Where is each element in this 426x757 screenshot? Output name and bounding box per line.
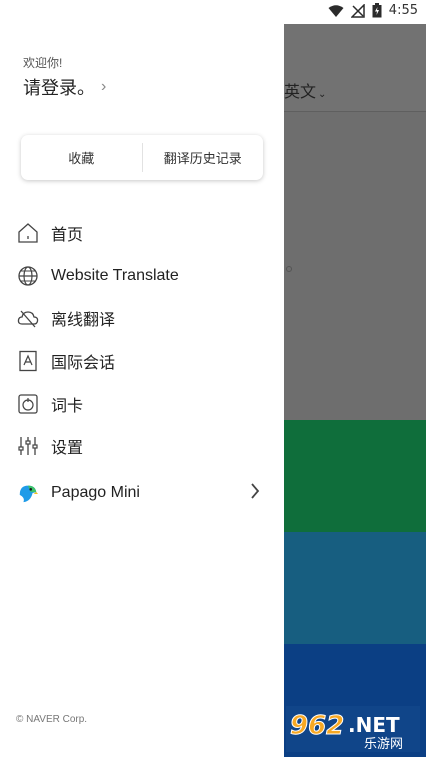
menu-label-website-translate: Website Translate xyxy=(51,266,179,284)
favorites-history-card: 收藏 翻译历史记录 xyxy=(21,135,263,180)
conversation-icon xyxy=(17,350,39,372)
menu-label-papago-mini: Papago Mini xyxy=(51,483,140,501)
background-app[interactable]: 英文 ⌄ xyxy=(284,24,426,757)
svg-text:.NET: .NET xyxy=(348,713,400,737)
background-language-label: 英文 xyxy=(284,84,317,101)
background-teal-band xyxy=(284,532,426,644)
background-toolbar: 英文 ⌄ xyxy=(284,24,426,112)
signal-icon xyxy=(350,3,365,18)
chevron-right-icon: › xyxy=(101,78,107,95)
login-link[interactable]: 请登录。 › xyxy=(23,74,106,100)
translation-history-button[interactable]: 翻译历史记录 xyxy=(143,135,264,180)
background-language-selector[interactable]: 英文 ⌄ xyxy=(284,78,326,102)
menu-item-conversation[interactable]: 国际会话 xyxy=(0,340,284,383)
wordcard-icon xyxy=(17,393,39,415)
background-dot xyxy=(286,266,292,272)
login-label: 请登录。 xyxy=(23,78,95,98)
globe-icon xyxy=(17,265,39,287)
background-green-band xyxy=(284,420,426,532)
menu-label-offline-translate: 离线翻译 xyxy=(51,312,116,330)
svg-text:962: 962 xyxy=(290,711,344,741)
menu-item-home[interactable]: 首页 xyxy=(0,212,284,255)
status-icons: 4:55 xyxy=(328,3,418,18)
favorites-button[interactable]: 收藏 xyxy=(21,135,142,180)
svg-text:乐游网: 乐游网 xyxy=(364,737,403,752)
watermark-logo: 962 .NET 乐游网 xyxy=(286,706,420,752)
copyright-text: © NAVER Corp. xyxy=(16,714,88,725)
papago-parrot-icon xyxy=(17,482,39,504)
status-bar: 4:55 xyxy=(0,0,426,24)
settings-sliders-icon xyxy=(17,435,39,457)
menu-item-wordcard[interactable]: 词卡 xyxy=(0,382,284,425)
chevron-down-icon: ⌄ xyxy=(318,89,327,100)
home-icon xyxy=(17,222,39,244)
drawer-menu: 首页 Website Translate 离线翻译 国际会话 词卡 设置 Pap… xyxy=(0,212,284,514)
menu-item-website-translate[interactable]: Website Translate xyxy=(0,255,284,298)
navigation-drawer: 欢迎你! 请登录。 › 收藏 翻译历史记录 首页 Website Transla… xyxy=(0,24,284,757)
battery-icon xyxy=(372,3,382,18)
menu-item-papago-mini[interactable]: Papago Mini xyxy=(0,472,284,515)
menu-item-offline-translate[interactable]: 离线翻译 xyxy=(0,297,284,340)
menu-label-conversation: 国际会话 xyxy=(51,355,116,373)
menu-label-home: 首页 xyxy=(51,227,84,245)
menu-label-settings: 设置 xyxy=(51,440,84,458)
wifi-icon xyxy=(328,4,344,17)
menu-label-wordcard: 词卡 xyxy=(51,397,84,415)
chevron-right-icon xyxy=(251,482,260,499)
cloud-offline-icon xyxy=(17,307,39,329)
status-time: 4:55 xyxy=(388,3,418,18)
menu-item-settings[interactable]: 设置 xyxy=(0,425,284,468)
welcome-text: 欢迎你! xyxy=(23,56,63,70)
